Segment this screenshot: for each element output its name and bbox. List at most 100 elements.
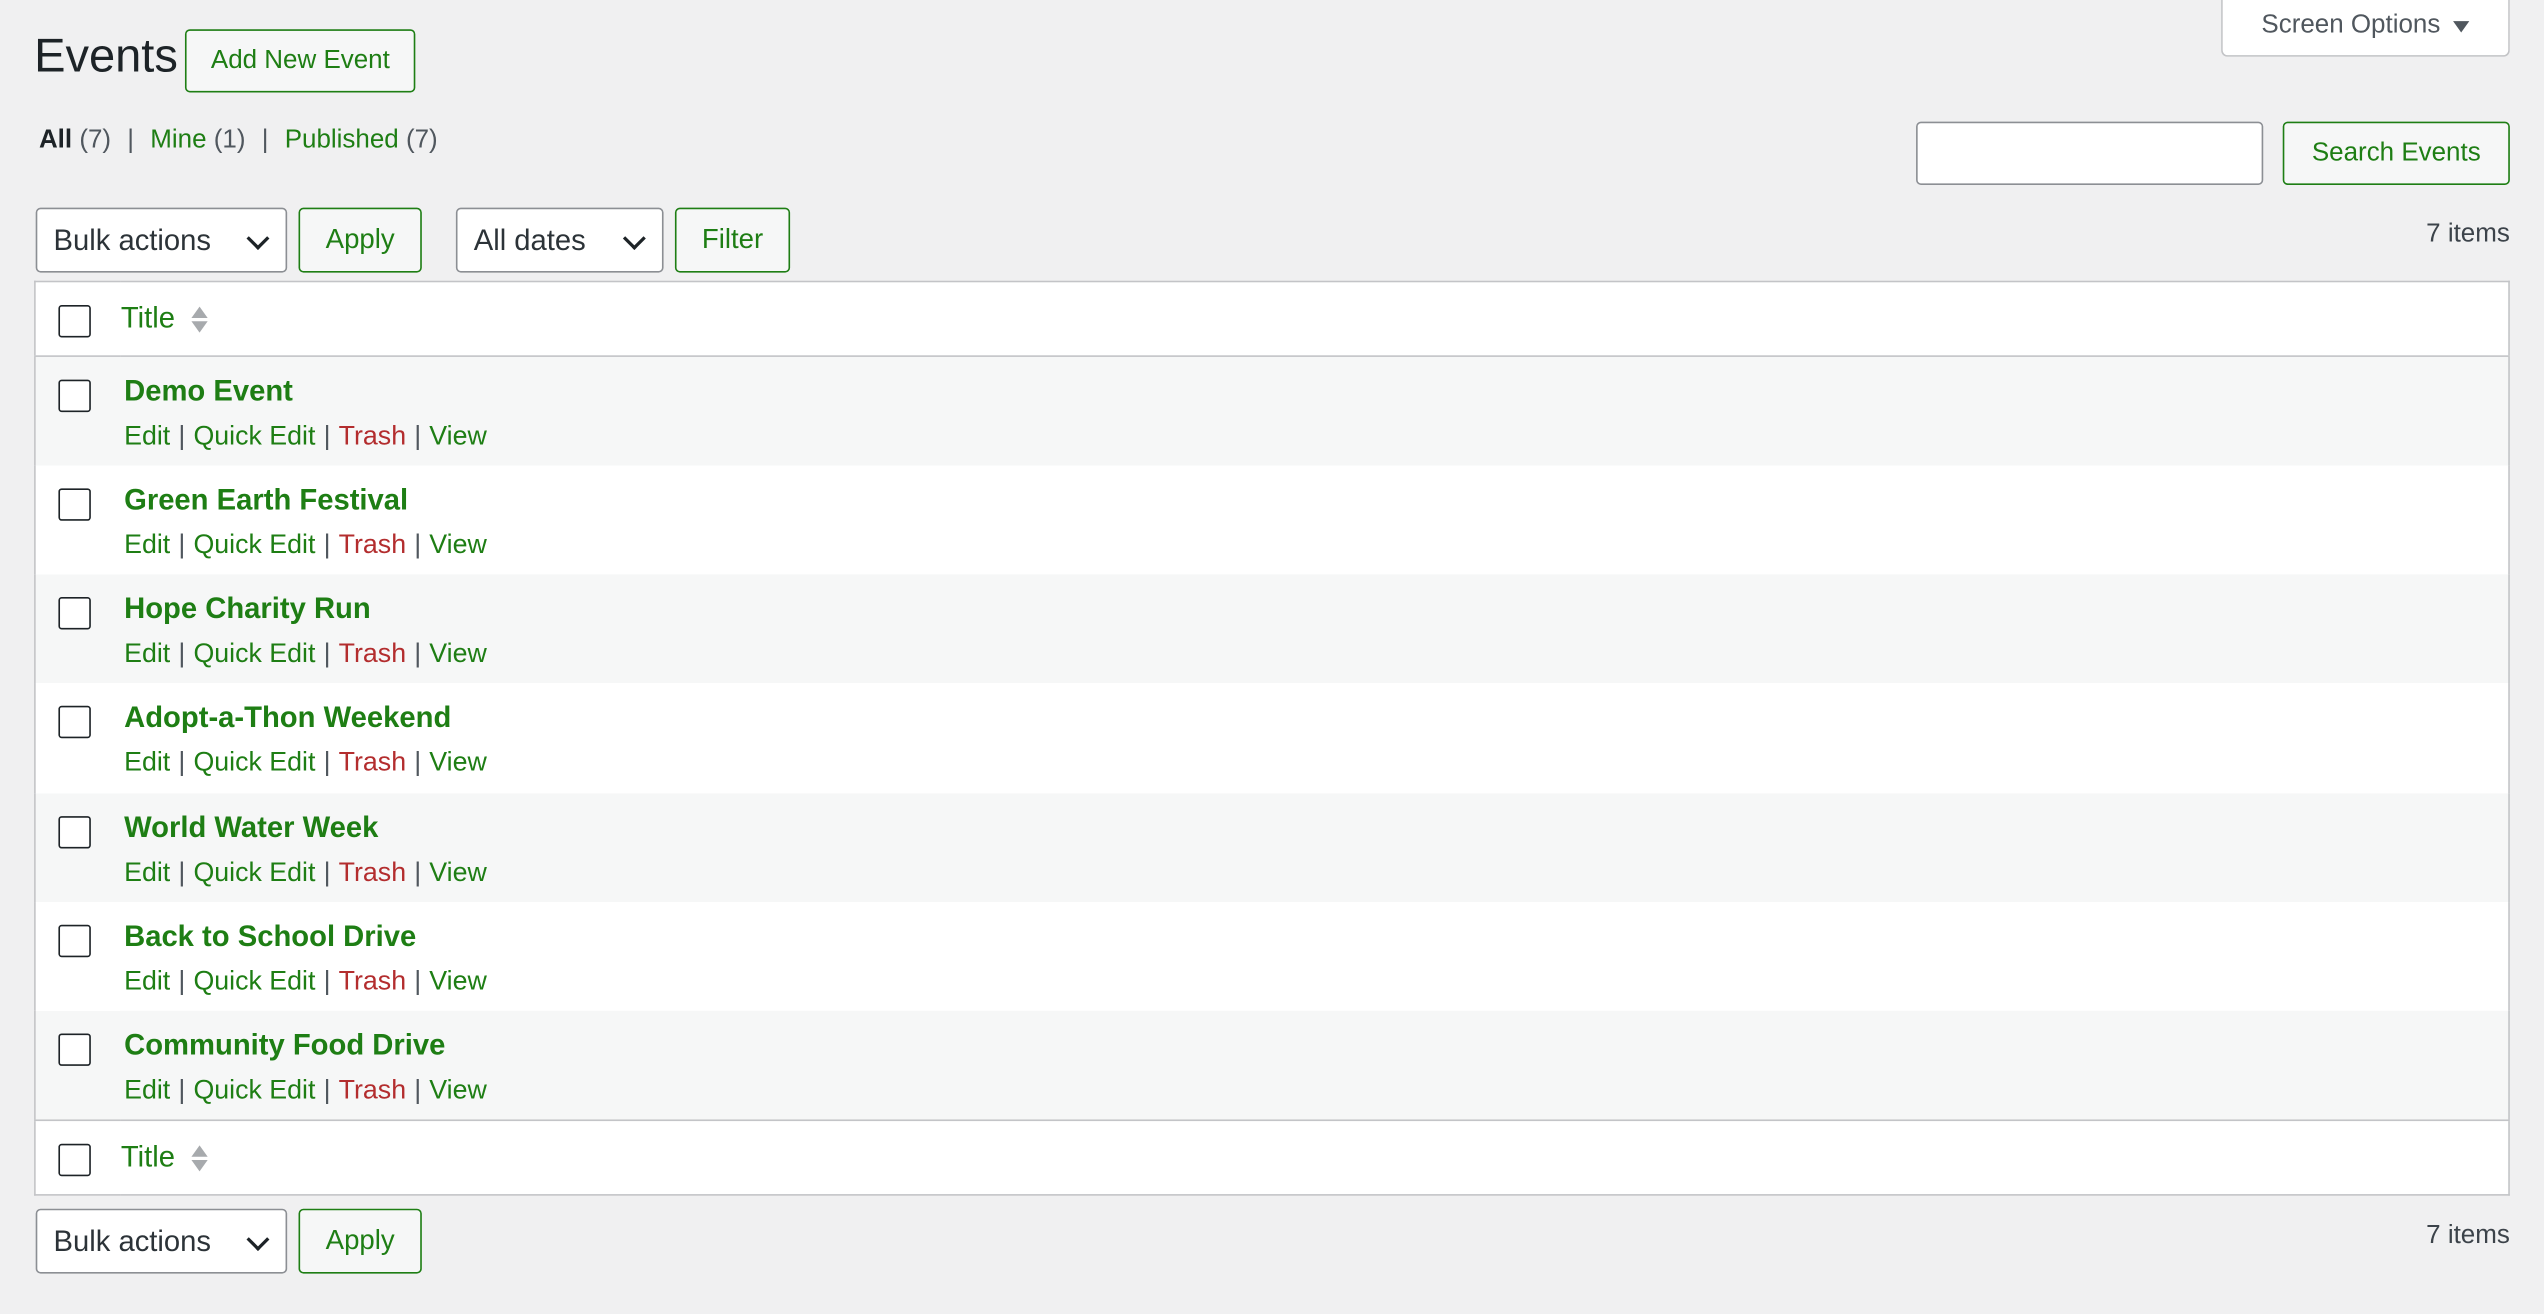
action-separator: | [414, 748, 422, 778]
chevron-down-icon [622, 227, 646, 250]
title-column-footer[interactable]: Title [119, 1120, 2509, 1195]
row-title-cell: Demo Event Edit | Quick Edit | Trash | V… [119, 356, 2509, 465]
row-title-link[interactable]: Demo Event [124, 375, 2508, 409]
filter-mine[interactable]: Mine (1) [150, 127, 245, 156]
action-separator: | [178, 857, 186, 887]
action-separator: | [323, 857, 331, 887]
row-checkbox-cell [35, 574, 119, 683]
view-link[interactable]: View [429, 530, 487, 561]
row-actions: Edit | Quick Edit | Trash | View [124, 1076, 2508, 1107]
row-checkbox-cell [35, 356, 119, 465]
action-separator: | [323, 748, 331, 778]
select-all-cell [35, 281, 119, 356]
title-column-label: Title [120, 1140, 175, 1174]
trash-link[interactable]: Trash [339, 858, 406, 889]
action-separator: | [414, 639, 422, 669]
row-title-cell: Green Earth Festival Edit | Quick Edit |… [119, 465, 2509, 574]
row-checkbox[interactable] [58, 924, 91, 958]
filter-mine-label: Mine [150, 126, 207, 155]
row-title-link[interactable]: Community Food Drive [124, 1029, 2508, 1063]
row-actions: Edit | Quick Edit | Trash | View [124, 530, 2508, 561]
quick-edit-link[interactable]: Quick Edit [193, 1076, 315, 1107]
view-link[interactable]: View [429, 422, 487, 453]
action-separator: | [178, 966, 186, 997]
trash-link[interactable]: Trash [339, 422, 406, 453]
filter-separator: | [127, 126, 135, 155]
title-column-header[interactable]: Title [119, 281, 2509, 356]
quick-edit-link[interactable]: Quick Edit [193, 422, 315, 453]
edit-link[interactable]: Edit [124, 749, 170, 780]
row-actions: Edit | Quick Edit | Trash | View [124, 858, 2508, 889]
row-title-cell: World Water Week Edit | Quick Edit | Tra… [119, 793, 2509, 902]
edit-link[interactable]: Edit [124, 530, 170, 561]
row-title-link[interactable]: Hope Charity Run [124, 592, 2508, 626]
add-new-event-button[interactable]: Add New Event [184, 29, 416, 93]
row-checkbox[interactable] [58, 1033, 91, 1067]
action-separator: | [414, 966, 422, 997]
row-actions: Edit | Quick Edit | Trash | View [124, 422, 2508, 453]
edit-link[interactable]: Edit [124, 422, 170, 453]
filter-published-label: Published [284, 126, 399, 155]
filter-button[interactable]: Filter [674, 207, 791, 273]
view-link[interactable]: View [429, 1076, 487, 1107]
edit-link[interactable]: Edit [124, 967, 170, 998]
dates-select[interactable]: All dates [455, 207, 664, 273]
action-separator: | [178, 1076, 186, 1106]
chevron-down-icon [246, 1228, 270, 1251]
page-title: Events [34, 30, 178, 83]
trash-link[interactable]: Trash [339, 530, 406, 561]
row-checkbox[interactable] [58, 379, 91, 413]
view-link[interactable]: View [429, 967, 487, 998]
trash-link[interactable]: Trash [339, 639, 406, 670]
quick-edit-link[interactable]: Quick Edit [193, 530, 315, 561]
action-separator: | [323, 1076, 331, 1106]
view-link[interactable]: View [429, 749, 487, 780]
trash-link[interactable]: Trash [339, 1076, 406, 1107]
action-separator: | [323, 639, 331, 669]
row-title-link[interactable]: Green Earth Festival [124, 483, 2508, 517]
action-separator: | [178, 530, 186, 560]
filter-published[interactable]: Published (7) [285, 127, 438, 156]
filter-all[interactable]: All (7) [39, 127, 111, 156]
filter-all-count: (7) [79, 126, 112, 155]
row-title-cell: Back to School Drive Edit | Quick Edit |… [119, 902, 2509, 1011]
bulk-actions-select-bottom[interactable]: Bulk actions [35, 1208, 288, 1274]
dates-value: All dates [473, 223, 586, 256]
view-link[interactable]: View [429, 639, 487, 670]
apply-button[interactable]: Apply [298, 207, 422, 273]
action-separator: | [178, 421, 186, 452]
row-checkbox[interactable] [58, 706, 91, 739]
search-events-button[interactable]: Search Events [2282, 121, 2510, 185]
trash-link[interactable]: Trash [339, 749, 406, 780]
trash-link[interactable]: Trash [339, 967, 406, 998]
action-separator: | [414, 1076, 422, 1106]
edit-link[interactable]: Edit [124, 858, 170, 889]
select-all-cell [35, 1120, 119, 1195]
select-all-checkbox[interactable] [58, 305, 91, 338]
search-input[interactable] [1916, 121, 2264, 185]
quick-edit-link[interactable]: Quick Edit [193, 639, 315, 670]
edit-link[interactable]: Edit [124, 639, 170, 670]
screen-options-button[interactable]: Screen Options [2221, 0, 2510, 57]
select-all-checkbox-bottom[interactable] [58, 1143, 91, 1177]
row-checkbox[interactable] [58, 815, 91, 849]
row-title-link[interactable]: World Water Week [124, 811, 2508, 845]
row-title-link[interactable]: Back to School Drive [124, 920, 2508, 954]
bulk-actions-select[interactable]: Bulk actions [35, 207, 288, 273]
edit-link[interactable]: Edit [124, 1076, 170, 1107]
row-checkbox[interactable] [58, 597, 91, 630]
row-actions: Edit | Quick Edit | Trash | View [124, 967, 2508, 998]
row-title-link[interactable]: Adopt-a-Thon Weekend [124, 702, 2508, 736]
apply-button-bottom[interactable]: Apply [298, 1208, 422, 1274]
view-link[interactable]: View [429, 858, 487, 889]
filter-all-label: All [38, 126, 73, 155]
action-separator: | [414, 421, 422, 452]
sort-icon [191, 305, 208, 332]
screen-options-label: Screen Options [2261, 11, 2441, 39]
quick-edit-link[interactable]: Quick Edit [193, 858, 315, 889]
quick-edit-link[interactable]: Quick Edit [193, 749, 315, 780]
quick-edit-link[interactable]: Quick Edit [193, 967, 315, 998]
action-separator: | [414, 857, 422, 887]
action-separator: | [323, 421, 331, 452]
row-checkbox[interactable] [58, 488, 91, 521]
